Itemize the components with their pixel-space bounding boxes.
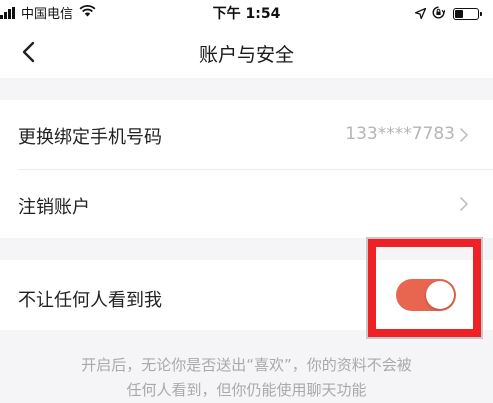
privacy-note-line-2: 任何人看到，但你仍能使用聊天功能: [126, 381, 367, 399]
status-bar: 中国电信 下午 1:54: [0, 0, 493, 26]
hide-profile-label: 不让任何人看到我: [18, 290, 162, 311]
phone-number-value: 133****7783: [345, 124, 455, 144]
navigation-bar: 账户与安全: [0, 26, 493, 78]
delete-account-row[interactable]: 注销账户: [0, 170, 493, 238]
highlight-annotation-box: [366, 237, 483, 339]
change-phone-row[interactable]: 更换绑定手机号码 133****7783: [0, 100, 493, 170]
location-icon: [414, 4, 427, 23]
status-icons: [409, 4, 482, 23]
rotation-lock-icon: [432, 4, 446, 23]
chevron-right-icon: [460, 197, 468, 211]
page-title: 账户与安全: [198, 44, 294, 66]
privacy-note-line-1: 开启后，无论你是否送出“喜欢”，你的资料不会被: [81, 356, 412, 374]
privacy-note: 开启后，无论你是否送出“喜欢”，你的资料不会被 任何人看到，但你仍能使用聊天功能: [40, 353, 453, 403]
change-phone-label: 更换绑定手机号码: [18, 127, 162, 148]
battery-icon: [453, 7, 482, 20]
chevron-right-icon: [460, 128, 468, 142]
delete-account-label: 注销账户: [18, 197, 90, 218]
